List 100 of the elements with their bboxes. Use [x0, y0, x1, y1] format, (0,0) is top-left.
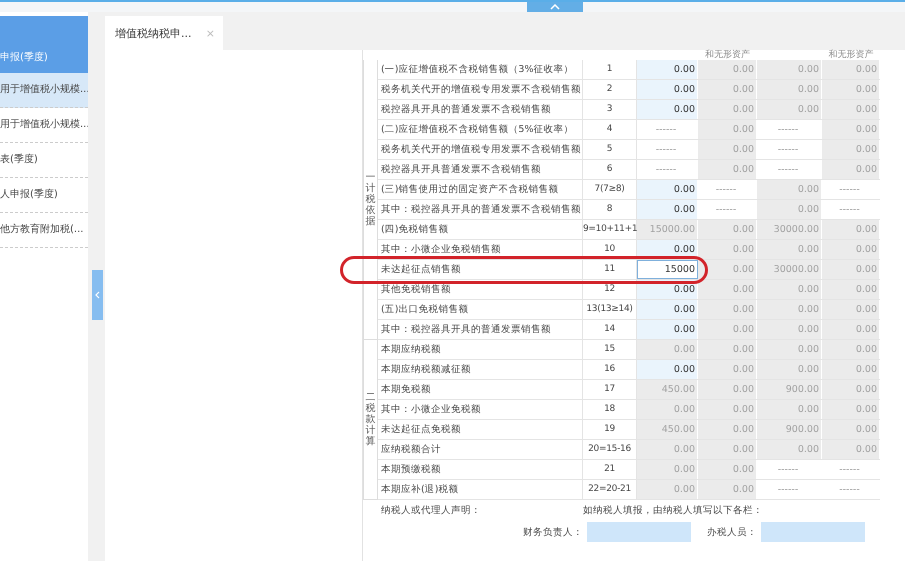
sidebar-item[interactable]: 用于增值税小规模...	[0, 73, 88, 108]
table-cell: 0.00	[637, 460, 698, 479]
input-cell[interactable]: 0.00	[637, 300, 698, 319]
table-cell: 900.00	[757, 420, 822, 439]
row-label: 其中：小微企业免税销售额	[378, 240, 583, 259]
table-cell: 0.00	[698, 260, 757, 279]
table-cell: 0.00	[698, 140, 757, 159]
table-cell: 0.00	[637, 340, 698, 359]
table-cell: 0.00	[757, 80, 822, 99]
table-cell: 0.00	[822, 220, 880, 239]
row-label: 本期应纳税额减征额	[378, 360, 583, 379]
row-label: (五)出口免税销售额	[378, 300, 583, 319]
chevron-up-icon	[550, 4, 560, 10]
table-cell: 0.00	[757, 360, 822, 379]
table-cell: 0.00	[698, 220, 757, 239]
input-cell[interactable]: 0.00	[637, 60, 698, 79]
input-cell[interactable]: 0.00	[637, 100, 698, 119]
row-label: 本期免税额	[378, 380, 583, 399]
table-cell: 0.00	[698, 440, 757, 459]
collapse-handle[interactable]	[92, 270, 103, 320]
input-field[interactable]	[761, 522, 865, 542]
table-cell: 0.00	[757, 320, 822, 339]
table-cell: 0.00	[822, 300, 880, 319]
table-cell: 30000.00	[757, 260, 822, 279]
chevron-left-icon	[95, 291, 100, 299]
table-cell: 0.00	[822, 140, 880, 159]
table-cell: 0.00	[637, 440, 698, 459]
table-cell: 0.00	[698, 160, 757, 179]
input-cell[interactable]: 0.00	[637, 200, 698, 219]
input-cell[interactable]: 0.00	[637, 320, 698, 339]
table-cell: 0.00	[757, 240, 822, 259]
table-cell: 0.00	[822, 320, 880, 339]
row-label: 税务机关代开的增值税专用发票不含税销售额	[378, 140, 583, 159]
row-label: 其中：税控器具开具的普通发票销售额	[378, 320, 583, 339]
table-cell: 0.00	[698, 420, 757, 439]
field-label: 办税人员：	[707, 526, 757, 538]
tab-label[interactable]: 增值税纳税申...	[115, 26, 192, 40]
declaration-note: 如纳税人填报，由纳税人填写以下各栏：	[583, 504, 763, 516]
table-cell: 0.00	[698, 240, 757, 259]
column-header: 和无形资产	[828, 50, 874, 60]
input-field[interactable]: 15000	[637, 260, 698, 279]
table-cell: 0.00	[698, 300, 757, 319]
table-cell: 0.00	[822, 120, 880, 139]
row-label: 应纳税额合计	[378, 440, 583, 459]
table-cell: 0.00	[698, 320, 757, 339]
collapse-button[interactable]	[527, 2, 583, 12]
table-cell: 0.00	[698, 380, 757, 399]
column-header: 和无形资产	[704, 50, 751, 60]
table-cell: 15000.00	[637, 220, 698, 239]
input-cell[interactable]: 0.00	[637, 360, 698, 379]
table-cell: 0.00	[698, 400, 757, 419]
table-cell: 0.00	[822, 280, 880, 299]
row-label: 其中：税控器具开具的普通发票不含税销售额	[378, 200, 583, 219]
table-cell: 0.00	[822, 340, 880, 359]
table-cell: 0.00	[698, 360, 757, 379]
table-cell: 0.00	[822, 240, 880, 259]
row-label: 未达起征点销售额	[378, 260, 583, 279]
table-cell: 0.00	[698, 80, 757, 99]
table-cell: 0.00	[757, 440, 822, 459]
table-cell: 0.00	[822, 360, 880, 379]
table-cell: 0.00	[822, 100, 880, 119]
row-label: 本期应纳税额	[378, 340, 583, 359]
table-cell: 0.00	[698, 60, 757, 79]
row-label: 本期预缴税额	[378, 460, 583, 479]
row-label: 税控器具开具普通发票不含税销售额	[378, 160, 583, 179]
table-cell: 0.00	[822, 400, 880, 419]
field-label: 财务负责人：	[523, 526, 583, 538]
row-label: 本期应补(退)税额	[378, 480, 583, 499]
table-cell: 0.00	[637, 480, 698, 499]
table-cell: 0.00	[698, 100, 757, 119]
table-cell: 0.00	[757, 180, 822, 199]
table-cell: 0.00	[757, 400, 822, 419]
row-label: (一)应征增值税不含税销售额（3%征收率）	[378, 60, 583, 79]
table-cell: 0.00	[757, 200, 822, 219]
row-label: 税务机关代开的增值税专用发票不含税销售额	[378, 80, 583, 99]
table-cell: 0.00	[822, 440, 880, 459]
input-cell[interactable]: 0.00	[637, 80, 698, 99]
row-label: 其中：小微企业免税额	[378, 400, 583, 419]
row-label: (四)免税销售额	[378, 220, 583, 239]
input-field[interactable]	[587, 522, 691, 542]
table-cell: 0.00	[822, 160, 880, 179]
row-label: (二)应征增值税不含税销售额（5%征收率）	[378, 120, 583, 139]
table-cell: 0.00	[822, 420, 880, 439]
table-cell: 0.00	[757, 100, 822, 119]
table-cell: 0.00	[698, 460, 757, 479]
row-label: 税控器具开具的普通发票不含税销售额	[378, 100, 583, 119]
section-label: 一计税依据	[366, 172, 376, 227]
input-cell[interactable]: 0.00	[637, 180, 698, 199]
tab[interactable]: 增值税纳税申... ×	[105, 16, 223, 50]
table-cell: 0.00	[822, 260, 880, 279]
table-cell: 0.00	[757, 280, 822, 299]
table-cell: 450.00	[637, 420, 698, 439]
row-label: 其他免税销售额	[378, 280, 583, 299]
table-cell: 0.00	[757, 300, 822, 319]
table-cell: 900.00	[757, 380, 822, 399]
table-cell: 0.00	[822, 380, 880, 399]
table-cell: 0.00	[757, 340, 822, 359]
table-cell: 0.00	[757, 60, 822, 79]
table-cell: 0.00	[698, 340, 757, 359]
table-cell: 450.00	[637, 380, 698, 399]
